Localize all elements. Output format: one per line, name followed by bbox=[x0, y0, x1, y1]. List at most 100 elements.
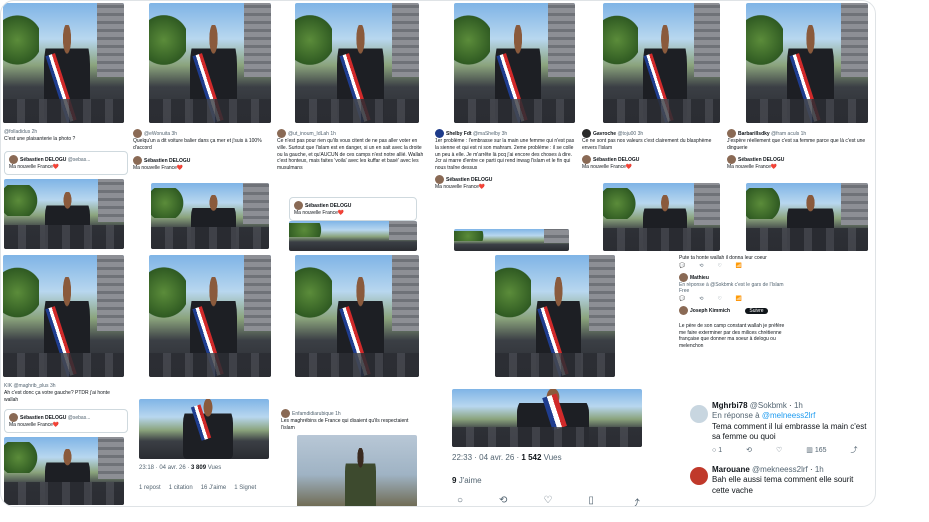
qrt-6-time: 1h bbox=[800, 130, 807, 137]
quoted-tweet-1[interactable]: Sébastien DELOGU @sebas... Ma nouvelle F… bbox=[4, 151, 128, 175]
reply-2-time: 1h bbox=[814, 465, 824, 474]
qrt-1[interactable]: @folladidus 2h C'est une plaisanterie la… bbox=[4, 129, 124, 143]
reply-2[interactable]: Marouane @mekneess2lrf · 1h Bah elle aus… bbox=[712, 465, 867, 496]
qrt-5-author: Gavroche bbox=[593, 130, 617, 137]
photo-3 bbox=[295, 3, 419, 123]
left-stats-time: 23:18 · 04 avr. 26 · bbox=[139, 465, 190, 471]
quoted-text: Ma nouvelle France bbox=[133, 164, 177, 171]
center-views: 1 542 bbox=[521, 453, 542, 462]
photo-4 bbox=[454, 3, 575, 123]
quoted-text: Ma nouvelle France bbox=[727, 163, 771, 170]
left-stats-views: 3 809 bbox=[191, 465, 207, 471]
quoted-author: Sébastien DELOGU bbox=[738, 156, 785, 163]
reposts-count[interactable]: 1 repost bbox=[139, 485, 161, 491]
qrt-8-author: Enfamdidiarubique bbox=[292, 410, 334, 417]
collage-frame: @folladidus 2h C'est une plaisanterie la… bbox=[0, 0, 876, 507]
repost-icon[interactable]: ⟲ bbox=[499, 495, 507, 506]
photo-8 bbox=[149, 255, 271, 377]
qrt-3-time: 1h bbox=[330, 130, 336, 137]
qrt-8-time: 1h bbox=[335, 410, 341, 417]
qrt-4-author: Shelby Fdt bbox=[446, 130, 472, 137]
like-icon[interactable]: ♡ bbox=[776, 446, 782, 455]
heart-icon: ❤️ bbox=[337, 210, 345, 216]
qrt-7-time: 3h bbox=[49, 383, 56, 389]
quoted-handle: @sebas... bbox=[67, 414, 91, 421]
share-icon[interactable]: ⤴ bbox=[630, 495, 640, 506]
photo-quoted-1 bbox=[4, 179, 124, 249]
heart-icon: ❤️ bbox=[52, 422, 60, 428]
quoted-text: Ma nouvelle France bbox=[435, 183, 479, 190]
qrt-6[interactable]: Barbarillsdky @fram aculs 1h J'espère ré… bbox=[727, 129, 867, 170]
like-icon[interactable]: ♡ bbox=[543, 495, 552, 506]
quoted-author: Sébastien DELOGU bbox=[446, 176, 493, 183]
reply-1-actions: ○ 1 ⟲ ♡ ▥ 165 ⤴ bbox=[712, 446, 867, 455]
quoted-tweet-7[interactable]: Sébastien DELOGU @sebas... Ma nouvelle F… bbox=[4, 409, 128, 433]
qrt-3-text: Ce n'est pas pour rien qu'ils vous citen… bbox=[277, 138, 424, 171]
qrt-4-text: 1er problème : l'embrasse sur la main un… bbox=[435, 138, 575, 171]
qrt-5-text: Ce ne sont pas nos valeurs c'est clairem… bbox=[582, 138, 712, 151]
share-icon[interactable]: ⤴ bbox=[851, 446, 858, 455]
photo-quoted-6 bbox=[746, 183, 868, 251]
avatar bbox=[435, 129, 444, 138]
heart-icon: ❤️ bbox=[770, 163, 778, 170]
avatar bbox=[679, 305, 688, 315]
reply-icon[interactable]: ○ bbox=[457, 495, 463, 506]
views-icon[interactable]: ▥ 165 bbox=[806, 446, 826, 455]
bookmark-icon[interactable]: ▯ bbox=[588, 495, 594, 506]
avatar bbox=[9, 155, 18, 164]
qrt-6-handle: @fram aculs bbox=[771, 130, 800, 137]
reply-1-to[interactable]: @melneess2lrf bbox=[762, 411, 815, 420]
quoted-author: Sébastien DELOGU bbox=[20, 414, 67, 421]
mini-thread-line1: Pute ta honte wallah il donna leur coeur bbox=[679, 255, 767, 261]
reply-2-author: Marouane bbox=[712, 465, 750, 474]
qrt-1-text: C'est une plaisanterie la photo ? bbox=[4, 135, 76, 142]
qrt-5[interactable]: Gavroche @toju00 3h Ce ne sont pas nos v… bbox=[582, 129, 720, 170]
avatar bbox=[679, 272, 688, 282]
left-stats: 23:18 · 04 avr. 26 · 3 809 Vues bbox=[139, 465, 221, 471]
qrt-2-text: Quelqu'un a dit voiture balier dans ça m… bbox=[133, 138, 262, 151]
avatar bbox=[727, 154, 736, 164]
quoted-author: Sébastien DELOGU bbox=[20, 156, 67, 163]
quoted-author: Sébastien DELOGU bbox=[144, 157, 191, 164]
photo-6 bbox=[746, 3, 868, 123]
photo-10 bbox=[495, 255, 615, 377]
quoted-text: Ma nouvelle France bbox=[9, 164, 53, 170]
photo-1 bbox=[3, 3, 124, 123]
mini-author-2: Mathieu bbox=[690, 274, 709, 281]
qrt-4[interactable]: Shelby Fdt @maShelby 3h 1er problème : l… bbox=[435, 129, 577, 191]
photo-quoted-7 bbox=[4, 437, 124, 505]
center-action-bar: ○ ⟲ ♡ ▯ ⤴ bbox=[457, 495, 640, 506]
citation-count[interactable]: 1 citation bbox=[169, 485, 193, 491]
center-likes[interactable]: 9 J'aime bbox=[452, 476, 482, 485]
qrt-7[interactable]: KIK @maghrib_plus 3h Ah c'est donc ça vo… bbox=[4, 383, 124, 403]
qrt-3[interactable]: @ut_inoum_IdLah 1h Ce n'est pas pour rie… bbox=[277, 129, 427, 172]
photo-2 bbox=[149, 3, 271, 123]
qrt-7-text: Ah c'est donc ça votre gauche? PTDR j'ai… bbox=[4, 389, 110, 403]
reply-1-author: Mghrbi78 bbox=[712, 401, 748, 410]
qrt-2[interactable]: @eWonuita 3h Quelqu'un a dit voiture bal… bbox=[133, 129, 273, 171]
reply-1-text: Tema comment il lui embrasse la main c'e… bbox=[712, 421, 867, 442]
likes-count[interactable]: 16 J'aime bbox=[201, 485, 227, 491]
mini-thread[interactable]: Pute ta honte wallah il donna leur coeur… bbox=[679, 255, 791, 350]
center-stats: 22:33 · 04 avr. 26 · 1 542 Vues bbox=[452, 453, 562, 462]
photo-quoted-3 bbox=[289, 221, 417, 251]
qrt-8[interactable]: Enfamdidiarubique 1h Les maghrébins de F… bbox=[281, 409, 421, 432]
qrt-7-handle: @maghrib_plus bbox=[13, 383, 49, 389]
reply-1-time: 1h bbox=[793, 401, 803, 410]
quoted-tweet-3[interactable]: Sébastien DELOGU Ma nouvelle France❤️ bbox=[289, 197, 417, 221]
photo-crop-1 bbox=[139, 399, 269, 459]
reply-2-text: Bah elle aussi tema comment elle sourit … bbox=[712, 475, 854, 495]
avatar bbox=[690, 467, 708, 485]
repost-icon[interactable]: ⟲ bbox=[746, 446, 752, 455]
qrt-5-handle: @toju00 bbox=[617, 130, 637, 137]
quoted-text: Ma nouvelle France bbox=[582, 163, 626, 170]
mini-action-row: 💬 ⟲ ♡ 📶 bbox=[679, 296, 743, 302]
follow-button[interactable]: Suivre bbox=[745, 307, 768, 314]
signets-count[interactable]: 1 Signet bbox=[234, 485, 256, 491]
qrt-3-author: @ut_inoum_IdLah bbox=[288, 130, 329, 137]
photo-crop-2 bbox=[452, 389, 642, 447]
left-stats-views-label: Vues bbox=[207, 465, 222, 471]
heart-icon: ❤️ bbox=[52, 164, 60, 170]
reply-icon[interactable]: ○ 1 bbox=[712, 446, 722, 455]
reply-1[interactable]: Mghrbi78 @Sokbmk · 1h En réponse à @meln… bbox=[712, 401, 867, 455]
